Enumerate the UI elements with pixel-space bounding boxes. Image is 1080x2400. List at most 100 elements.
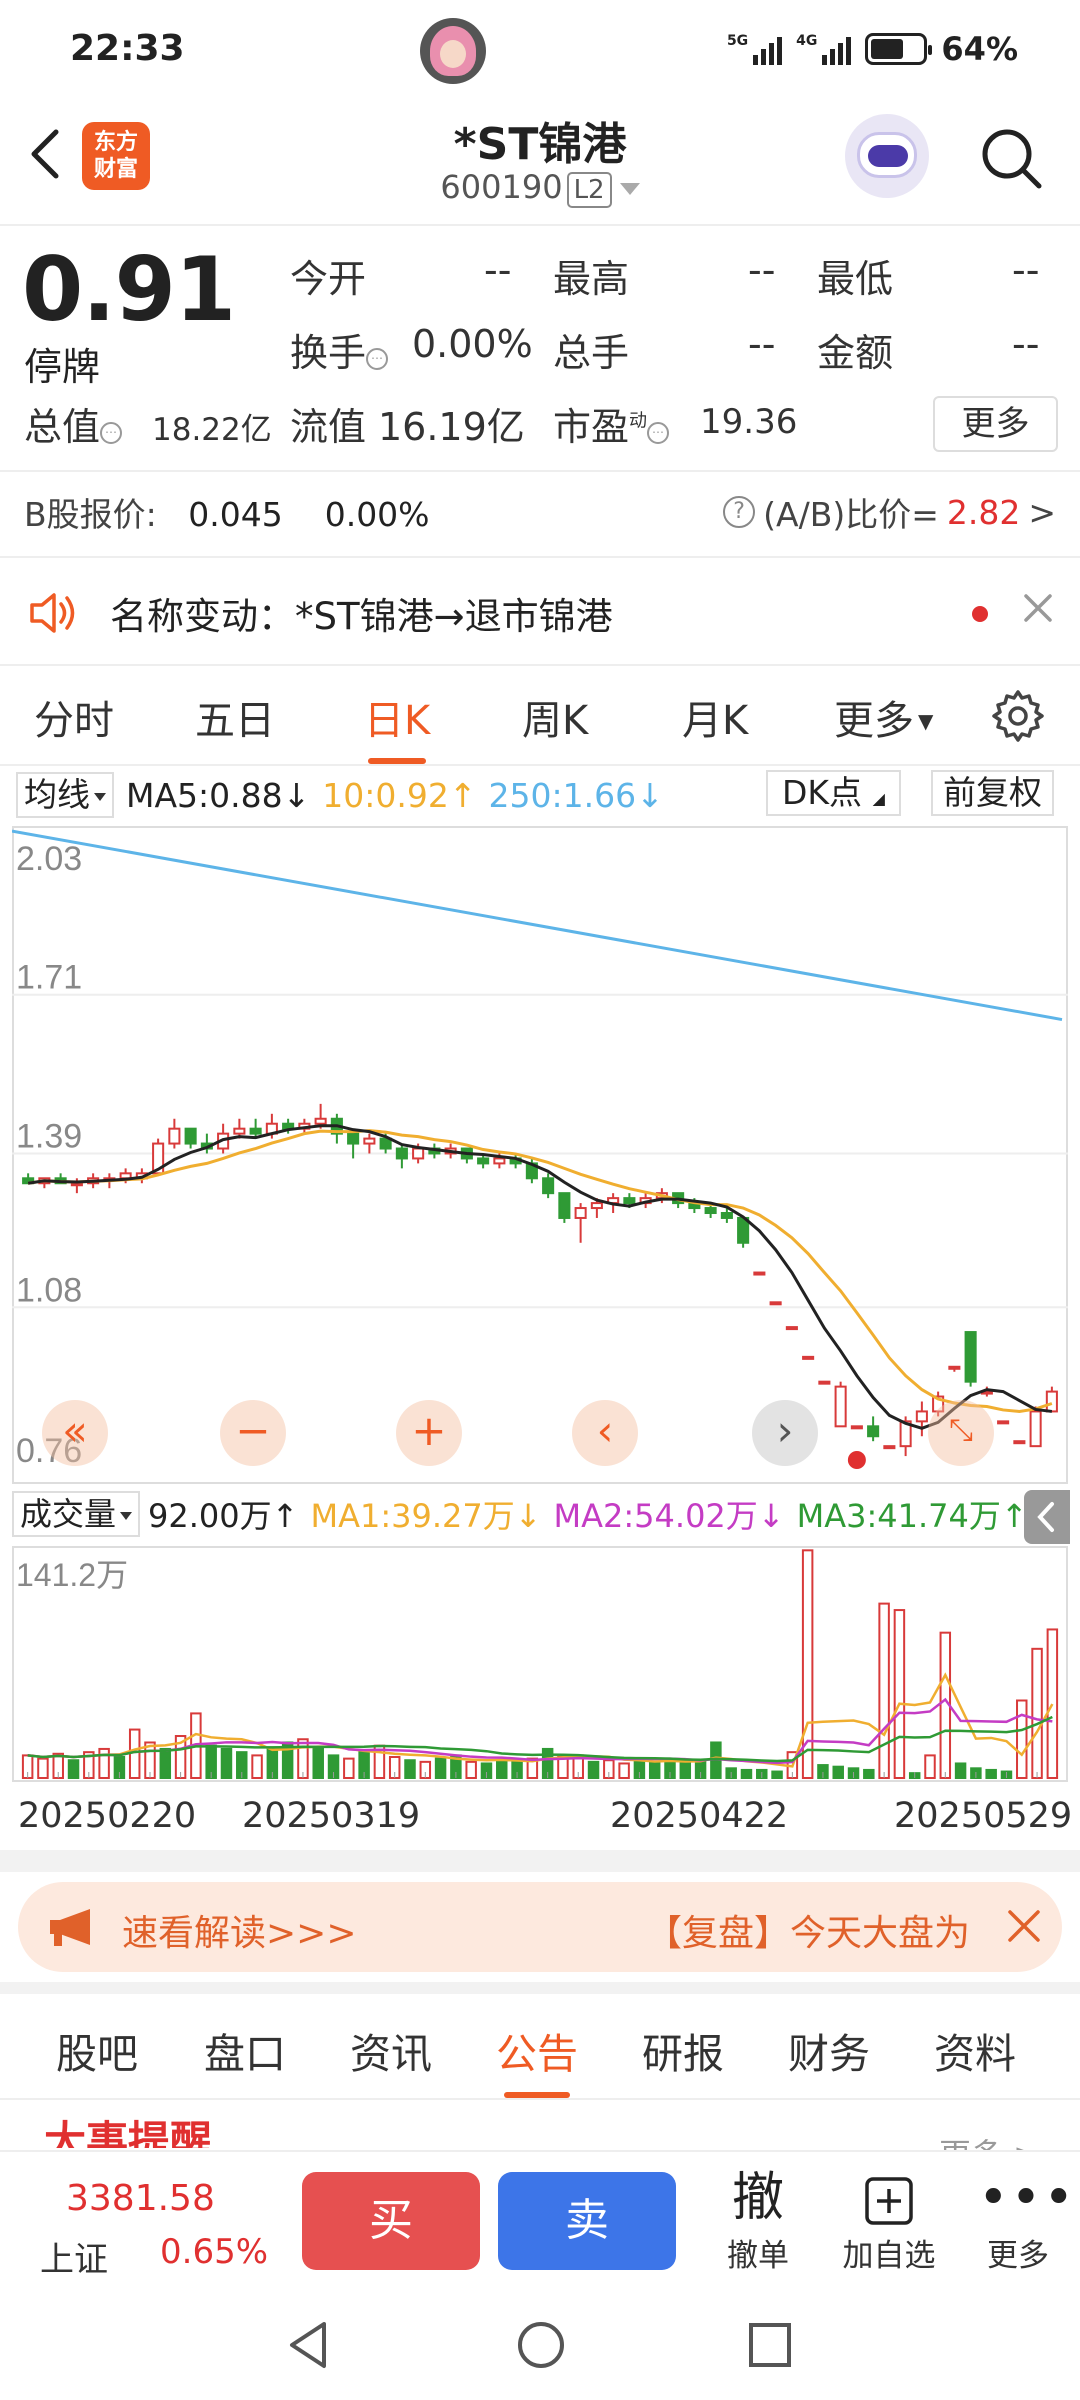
sell-button[interactable]: 卖: [498, 2172, 676, 2270]
adjust-button[interactable]: 前复权: [931, 770, 1054, 816]
last-price: 0.91: [22, 238, 236, 341]
volume-bar: [924, 1754, 936, 1779]
more-dots-icon: •••: [978, 2168, 1077, 2228]
caret-down-icon: [94, 792, 106, 801]
fullscreen-icon[interactable]: ⤡: [928, 1400, 994, 1466]
volume-chart[interactable]: 141.2万: [12, 1546, 1068, 1782]
index-change[interactable]: 0.65%: [160, 2232, 268, 2272]
ma5-value: MA5:0.88↓: [126, 775, 311, 815]
question-icon: ?: [723, 496, 756, 528]
volume-bar: [312, 1747, 324, 1779]
add-watchlist-button[interactable]: 加自选: [834, 2166, 944, 2275]
candlestick-chart[interactable]: 2.031.711.391.080.76: [12, 826, 1068, 1484]
quote-more-button[interactable]: 更多: [933, 396, 1058, 452]
vol-ma2-value: MA2:54.02万↓: [553, 1497, 785, 1535]
battery-percent: 64%: [941, 30, 1018, 68]
caret-down-icon: [120, 1512, 133, 1520]
candle-body: [314, 1117, 327, 1125]
jump-start-button[interactable]: «: [42, 1400, 108, 1466]
promo-banner[interactable]: 速看解读>>> 【复盘】今天大盘为: [18, 1882, 1062, 1972]
tab-financials[interactable]: 财务: [788, 2020, 870, 2080]
zoom-in-button[interactable]: +: [396, 1400, 462, 1466]
tab-daily-k[interactable]: 日K: [364, 688, 430, 764]
volume-bar: [679, 1762, 692, 1779]
volume-indicator-selector[interactable]: 成交量: [12, 1491, 141, 1537]
search-button[interactable]: [975, 122, 1047, 194]
volume-bar: [404, 1759, 416, 1779]
volume-bar: [37, 1757, 49, 1779]
tab-order-book[interactable]: 盘口: [204, 2020, 286, 2080]
tab-research[interactable]: 研报: [642, 2020, 724, 2080]
volume-bar: [251, 1754, 263, 1779]
chevron-left-icon: [1037, 1502, 1054, 1532]
ab-ratio-link[interactable]: ? (A/B)比价= 2.82 >: [723, 488, 1056, 536]
indicator-selector[interactable]: 均线: [16, 772, 114, 818]
scroll-left-button[interactable]: ‹: [572, 1400, 638, 1466]
candle-body: [70, 1182, 83, 1187]
close-icon[interactable]: [1018, 588, 1058, 628]
tab-announcements[interactable]: 公告: [496, 2020, 578, 2098]
buy-button[interactable]: 买: [302, 2172, 480, 2270]
volume-value: --: [748, 322, 776, 366]
speaker-icon: [30, 593, 75, 633]
close-icon[interactable]: [1004, 1906, 1044, 1946]
ma250-value: 250:1.66↓: [488, 775, 664, 815]
promo-quick-read[interactable]: 速看解读>>>: [122, 1904, 357, 1956]
status-bar: 22:33 5G 4G 64%: [0, 0, 1080, 100]
candle-body: [720, 1212, 733, 1219]
collapse-panel-button[interactable]: [1024, 1490, 1070, 1544]
nav-recents-icon[interactable]: [746, 2320, 794, 2370]
float-cap-label: 流值: [290, 405, 367, 449]
tab-profile[interactable]: 资料: [934, 2020, 1016, 2080]
promo-market-review[interactable]: 【复盘】今天大盘为: [646, 1904, 986, 1956]
nav-back-icon[interactable]: [284, 2320, 332, 2370]
withdraw-order-button[interactable]: 撤撤单: [718, 2166, 798, 2275]
more-actions-button[interactable]: ••• 更多: [978, 2166, 1077, 2275]
signal-5g-icon: 5G: [727, 33, 783, 65]
volume-bar: [220, 1747, 233, 1779]
volume-bar: [557, 1756, 569, 1779]
nav-home-icon[interactable]: [516, 2320, 566, 2370]
ai-assistant-icon[interactable]: [845, 114, 929, 198]
price-tick-label: 1.08: [16, 1271, 82, 1309]
volume-bar: [1046, 1628, 1059, 1779]
tab-more[interactable]: 更多 ▼: [834, 688, 933, 746]
ma-legend: 均线 MA5:0.88↓ 10:0.92↑ 250:1.66↓ DK点 ◢ 前复…: [16, 770, 1066, 820]
tab-intraday[interactable]: 分时: [34, 688, 114, 746]
tab-forum[interactable]: 股吧: [56, 2020, 138, 2080]
date-axis: 20250220 20250319 20250422 20250529: [0, 1792, 1080, 1840]
mcap-value: 18.22亿: [152, 412, 272, 448]
status-time: 22:33: [70, 28, 185, 69]
gear-icon[interactable]: [990, 688, 1046, 744]
search-icon: [982, 129, 1042, 189]
tab-news[interactable]: 资讯: [350, 2020, 432, 2080]
candle-body: [477, 1157, 490, 1165]
info-icon: ⋯: [366, 348, 389, 370]
tab-monthly-k[interactable]: 月K: [682, 688, 748, 746]
date-tick: 20250422: [610, 1796, 789, 1836]
volume-bar: [343, 1757, 355, 1779]
volume-bar: [98, 1747, 110, 1779]
tab-weekly-k[interactable]: 周K: [522, 688, 588, 746]
name-change-notice[interactable]: 名称变动：*ST锦港→退市锦港: [0, 562, 1080, 664]
index-name[interactable]: 上证: [40, 2232, 108, 2281]
candle-body: [493, 1157, 506, 1165]
low-value: --: [1012, 248, 1040, 292]
info-icon: ⋯: [647, 422, 670, 444]
tab-five-day[interactable]: 五日: [195, 688, 275, 746]
candle-body: [184, 1127, 197, 1145]
index-value[interactable]: 3381.58: [66, 2178, 215, 2219]
megaphone-icon: [50, 1909, 90, 1946]
candle-body: [412, 1147, 425, 1160]
dk-point-button[interactable]: DK点 ◢: [766, 770, 901, 816]
big-event-more[interactable]: 更多 >: [939, 2130, 1040, 2150]
chart-nav-buttons: « − + ‹ › ⤡: [0, 1400, 1080, 1480]
volume-bar: [618, 1762, 630, 1779]
scroll-right-button[interactable]: ›: [752, 1400, 818, 1466]
volume-bar: [587, 1760, 600, 1779]
candle-body: [574, 1207, 587, 1219]
candle-body: [948, 1365, 961, 1370]
pe-label: 市盈动⋯: [553, 396, 670, 451]
zoom-out-button[interactable]: −: [220, 1400, 286, 1466]
price-tick-label: 1.71: [16, 959, 82, 997]
